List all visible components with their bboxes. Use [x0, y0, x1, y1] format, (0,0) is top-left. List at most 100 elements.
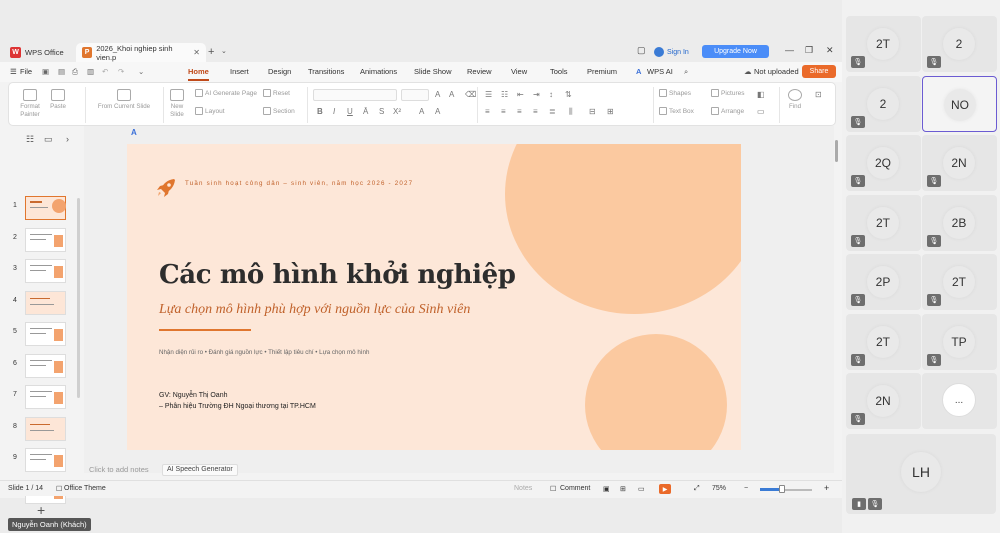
undo-icon[interactable]: ↶: [102, 67, 108, 76]
justify-icon[interactable]: ≡: [533, 107, 538, 116]
thumbnail-preview[interactable]: [25, 448, 66, 472]
fit-window-icon[interactable]: ⤢: [694, 485, 700, 493]
current-slide[interactable]: Tuần sinh hoạt công dân – sinh viên, năm…: [127, 144, 741, 450]
hamburger-icon[interactable]: ☰: [10, 67, 17, 76]
thumbnail-preview[interactable]: [25, 322, 66, 346]
theme-name[interactable]: Office Theme: [64, 485, 106, 492]
select-icon[interactable]: ⊡: [815, 90, 822, 99]
ai-generate-page-button[interactable]: AI Generate Page: [195, 89, 257, 97]
participant-tile[interactable]: 2N 🎙: [846, 373, 921, 429]
smartart-icon[interactable]: ⊞: [607, 107, 614, 116]
line-spacing-icon[interactable]: ↕: [549, 90, 553, 99]
restore-icon[interactable]: ❐: [805, 45, 813, 56]
columns-icon[interactable]: ⫼: [569, 107, 573, 117]
shadow-icon[interactable]: Ā: [363, 107, 368, 116]
thumbnail-scrollbar[interactable]: [77, 198, 80, 398]
participant-tile-large[interactable]: LH ▮ 🎙: [846, 434, 996, 514]
participant-tile[interactable]: 2T 🎙: [846, 194, 921, 251]
ai-speech-generator-button[interactable]: AI Speech Generator: [162, 464, 238, 476]
share-button[interactable]: Share: [802, 65, 836, 78]
more-participants-button[interactable]: ...: [942, 383, 976, 417]
increase-indent-icon[interactable]: ⇥: [533, 90, 540, 99]
clear-format-icon[interactable]: ⌫: [465, 90, 476, 99]
reset-button[interactable]: Reset: [263, 89, 290, 97]
slide-view-icon[interactable]: ▭: [44, 134, 53, 145]
export-pdf-icon[interactable]: ▤: [58, 67, 65, 76]
thumbnail-preview[interactable]: [25, 385, 66, 409]
thumbnail-item[interactable]: 5: [0, 322, 80, 346]
section-button[interactable]: Section: [263, 107, 295, 115]
pictures-button[interactable]: Pictures: [711, 89, 744, 97]
quick-access-chevron-icon[interactable]: ⌄: [138, 67, 144, 76]
slide-sorter-icon[interactable]: ⊞: [620, 485, 626, 493]
thumbnail-preview[interactable]: [25, 290, 66, 315]
thumbnail-preview[interactable]: [25, 353, 66, 378]
notes-toggle[interactable]: Notes: [514, 485, 532, 492]
paste-button[interactable]: Paste: [47, 89, 69, 111]
slide-canvas[interactable]: A Tuần sinh hoạt công dân – sinh viên, n…: [84, 126, 834, 473]
slideshow-play-icon[interactable]: ▶: [659, 484, 671, 494]
layout-button[interactable]: Layout: [195, 107, 225, 115]
thumbnail-item[interactable]: 7: [0, 385, 80, 409]
tab-transitions[interactable]: Transitions: [308, 67, 344, 76]
thumbnail-item[interactable]: 4: [0, 290, 80, 315]
comment-toggle[interactable]: Comment: [560, 485, 590, 492]
document-tab[interactable]: P 2026_Khoi nghiep sinh vien.p ✕: [76, 43, 206, 62]
participant-tile[interactable]: 2N 🎙: [922, 135, 997, 191]
bold-icon[interactable]: B: [317, 107, 323, 116]
upgrade-button[interactable]: Upgrade Now: [702, 45, 769, 58]
outline-view-icon[interactable]: ☷: [26, 134, 34, 145]
participant-tile[interactable]: 2Q 🎙: [846, 135, 921, 191]
zoom-slider-handle[interactable]: [779, 485, 785, 493]
tab-insert[interactable]: Insert: [230, 67, 249, 76]
distribute-icon[interactable]: ≣: [549, 107, 556, 116]
tab-slide-show[interactable]: Slide Show: [414, 67, 452, 76]
zoom-level[interactable]: 75%: [712, 485, 726, 492]
collapse-panel-icon[interactable]: ›: [66, 134, 69, 144]
thumbnail-preview[interactable]: [25, 259, 66, 283]
from-current-slide-button[interactable]: From Current Slide: [93, 89, 155, 111]
thumbnail-preview[interactable]: [25, 416, 66, 441]
notes-placeholder[interactable]: Click to add notes: [89, 465, 149, 474]
thumbnail-item[interactable]: 2: [0, 227, 80, 252]
participant-tile[interactable]: NO: [922, 75, 997, 132]
participant-tile[interactable]: 2 🎙: [846, 75, 921, 132]
bullets-icon[interactable]: ☰: [485, 90, 492, 99]
window-mode-icon[interactable]: ▢: [637, 45, 646, 56]
thumbnail-item[interactable]: 8: [0, 416, 80, 441]
align-center-icon[interactable]: ≡: [501, 107, 506, 116]
align-left-icon[interactable]: ≡: [485, 107, 490, 116]
close-window-icon[interactable]: ✕: [826, 45, 834, 56]
font-family-select[interactable]: [313, 89, 397, 101]
participant-tile[interactable]: 2T 🎙: [846, 313, 921, 370]
outline-icon[interactable]: ▭: [757, 107, 765, 116]
underline-icon[interactable]: U: [347, 107, 353, 116]
participant-tile[interactable]: 2T 🎙: [922, 254, 997, 310]
canvas-scrollbar[interactable]: [835, 140, 838, 162]
menu-file[interactable]: File: [20, 67, 32, 76]
strikethrough-icon[interactable]: S: [379, 107, 384, 116]
zoom-out-icon[interactable]: −: [744, 485, 748, 492]
tab-design[interactable]: Design: [268, 67, 291, 76]
tab-wps-ai[interactable]: WPS AI: [647, 67, 673, 76]
new-slide-button[interactable]: New Slide: [167, 89, 187, 119]
tab-home[interactable]: Home: [188, 67, 209, 76]
increase-font-icon[interactable]: A: [435, 90, 440, 99]
text-direction-icon[interactable]: ⇅: [565, 90, 572, 99]
participant-tile[interactable]: TP 🎙: [922, 313, 997, 370]
search-icon[interactable]: ⌕: [684, 67, 688, 77]
thumbnail-item[interactable]: 6: [0, 353, 80, 378]
participant-tile[interactable]: 2P 🎙: [846, 254, 921, 310]
font-size-select[interactable]: [401, 89, 429, 101]
participant-tile[interactable]: 2B 🎙: [922, 194, 997, 251]
participant-tile[interactable]: 2 🎙: [922, 16, 997, 72]
save-icon[interactable]: ▣: [42, 67, 49, 76]
sign-in-button[interactable]: Sign In: [654, 44, 689, 60]
superscript-icon[interactable]: X²: [393, 107, 401, 116]
wps-home-tab[interactable]: W WPS Office: [4, 43, 82, 62]
align-right-icon[interactable]: ≡: [517, 107, 522, 116]
tab-view[interactable]: View: [511, 67, 527, 76]
fill-icon[interactable]: ◧: [757, 90, 765, 99]
more-participants-tile[interactable]: ...: [922, 373, 997, 429]
arrange-button[interactable]: Arrange: [711, 107, 744, 115]
